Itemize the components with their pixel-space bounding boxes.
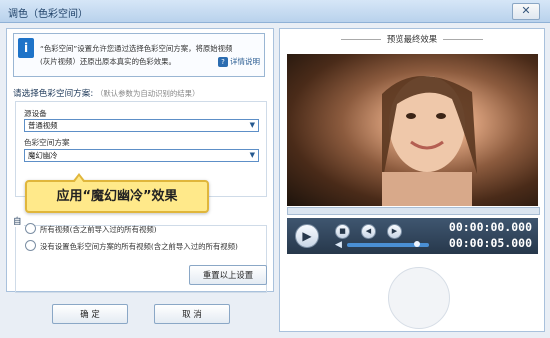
speaker-icon: ◀ — [335, 240, 342, 250]
volume-knob[interactable] — [413, 241, 420, 247]
source-device-label: 源设备 — [24, 109, 47, 118]
close-button[interactable]: ✕ — [512, 3, 540, 20]
source-device-value: 普通视频 — [28, 121, 58, 130]
apply-unset-label: 没有设置色彩空间方案的所有视频(含之前导入过的所有视频) — [40, 242, 238, 251]
preview-panel: 预览最终效果 ▶ ■ ◀ ▶ ◀ 00:00:00.000 00:00:05.0… — [279, 28, 545, 332]
chevron-down-icon: ▼ — [249, 121, 255, 129]
apply-unset-radio[interactable] — [25, 240, 36, 251]
next-frame-button[interactable]: ▶ — [387, 224, 402, 239]
apply-title: 自 — [13, 215, 24, 227]
total-time: 00:00:05.000 — [448, 236, 532, 250]
info-line-2: (灰片视频）还原出原本真实的色彩效果。 — [40, 57, 176, 66]
play-button[interactable]: ▶ — [295, 224, 319, 248]
color-scheme-value: 魔幻幽冷 — [28, 151, 58, 160]
preview-title: 预览最终效果 — [280, 33, 544, 45]
reset-button[interactable]: 重置以上设置 — [189, 265, 267, 285]
title-bar: 调色（色彩空间） ✕ — [0, 0, 550, 23]
color-scheme-select[interactable]: 魔幻幽冷 ▼ — [24, 149, 259, 162]
info-box: i “色彩空间”设置允许您通过选择色彩空间方案，将原始视频 (灰片视频）还原出原… — [13, 33, 265, 77]
apply-all-radio[interactable] — [25, 223, 36, 234]
scheme-title: 请选择色彩空间方案: （默认参数为自动识别的结果） — [13, 87, 199, 99]
window-title: 调色（色彩空间） — [8, 9, 88, 20]
portrait-image — [382, 75, 477, 206]
scheme-title-text: 请选择色彩空间方案: — [13, 89, 94, 99]
volume-slider[interactable] — [347, 241, 429, 247]
effect-tooltip: 应用“魔幻幽冷”效果 — [25, 173, 209, 213]
color-scheme-label: 色彩空间方案 — [24, 138, 70, 147]
cancel-button[interactable]: 取 消 — [154, 304, 230, 324]
info-line-1: “色彩空间”设置允许您通过选择色彩空间方案，将原始视频 — [40, 44, 233, 53]
info-text: “色彩空间”设置允许您通过选择色彩空间方案，将原始视频 (灰片视频）还原出原本真… — [40, 42, 240, 68]
help-label: 详情说明 — [230, 57, 260, 66]
apply-all-label: 所有视频(含之前导入过的所有视频) — [40, 225, 157, 234]
player-controls: ▶ ■ ◀ ▶ ◀ 00:00:00.000 00:00:05.000 — [287, 218, 538, 254]
mascot-image — [388, 267, 450, 329]
source-device-select[interactable]: 普通视频 ▼ — [24, 119, 259, 132]
help-link[interactable]: ? 详情说明 — [218, 56, 260, 67]
timeline-scrubber[interactable] — [287, 207, 540, 215]
settings-panel: i “色彩空间”设置允许您通过选择色彩空间方案，将原始视频 (灰片视频）还原出原… — [6, 28, 274, 293]
ok-button[interactable]: 确 定 — [52, 304, 128, 324]
chevron-down-icon: ▼ — [249, 151, 255, 159]
current-time: 00:00:00.000 — [448, 220, 532, 234]
scheme-hint: （默认参数为自动识别的结果） — [95, 89, 200, 98]
info-icon: i — [18, 38, 34, 58]
question-icon: ? — [218, 57, 228, 67]
video-preview — [287, 54, 538, 206]
prev-frame-button[interactable]: ◀ — [361, 224, 376, 239]
stop-button[interactable]: ■ — [335, 224, 350, 239]
